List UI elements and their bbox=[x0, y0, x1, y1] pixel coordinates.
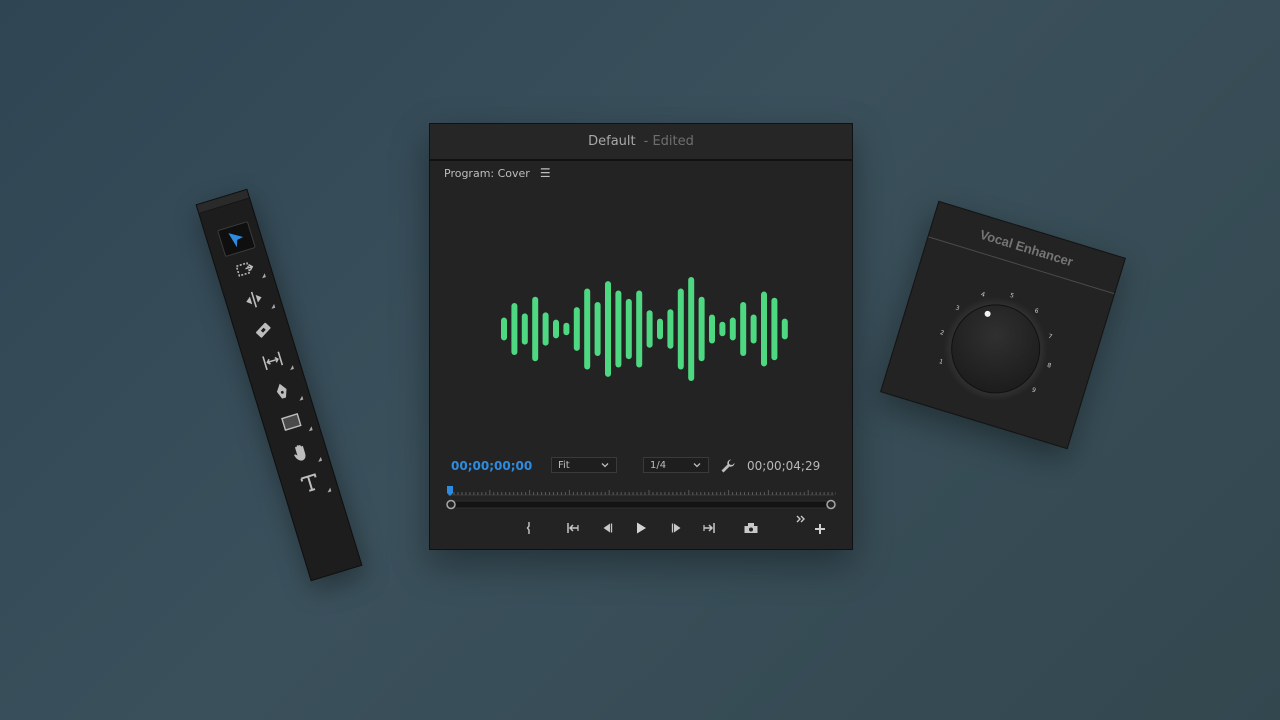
ripple-edit-icon bbox=[246, 291, 262, 308]
waveform-bar bbox=[605, 281, 611, 377]
slip-tool[interactable] bbox=[255, 344, 294, 378]
audio-waveform bbox=[501, 277, 788, 381]
window-title-bar[interactable]: Default - Edited bbox=[430, 124, 852, 161]
zoom-scroll-bar bbox=[449, 500, 833, 509]
selection-tool[interactable] bbox=[217, 220, 256, 258]
waveform-bar bbox=[771, 297, 778, 361]
track-select-icon bbox=[235, 262, 254, 277]
track-select-tool[interactable] bbox=[226, 252, 266, 286]
knob-scale-label: 3 bbox=[954, 305, 960, 313]
step-forward-button[interactable] bbox=[668, 519, 686, 537]
arrow-cursor-icon bbox=[228, 233, 244, 248]
go-to-in-icon bbox=[567, 523, 579, 533]
zoom-level-value: Fit bbox=[558, 459, 570, 471]
button-editor-button[interactable] bbox=[811, 520, 829, 538]
waveform-bar bbox=[636, 290, 643, 368]
step-back-icon bbox=[603, 523, 613, 533]
panel-title[interactable]: Program: Cover bbox=[444, 167, 530, 180]
play-button[interactable] bbox=[632, 519, 650, 537]
waveform-bar bbox=[563, 322, 570, 336]
knob-scale-label: 4 bbox=[980, 291, 986, 299]
waveform-bar bbox=[698, 296, 705, 362]
playback-resolution-dropdown[interactable]: 1/4 bbox=[643, 457, 709, 473]
more-controls-button[interactable] bbox=[792, 511, 810, 529]
waveform-bar bbox=[584, 288, 591, 370]
go-to-in-button[interactable] bbox=[564, 519, 582, 537]
waveform-bar bbox=[688, 277, 695, 381]
marker-icon bbox=[526, 522, 530, 534]
pen-icon bbox=[276, 383, 287, 399]
waveform-bar bbox=[709, 314, 715, 344]
tools-panel-grip[interactable] bbox=[196, 189, 250, 214]
step-forward-icon bbox=[671, 523, 681, 533]
hand-icon bbox=[294, 445, 306, 461]
waveform-bar bbox=[553, 319, 559, 339]
go-to-out-button[interactable] bbox=[700, 519, 718, 537]
pen-tool[interactable] bbox=[264, 375, 304, 409]
timeline-ruler[interactable] bbox=[446, 486, 836, 510]
knob-scale-label: 2 bbox=[939, 329, 945, 337]
program-monitor-window: Default - Edited Program: Cover ☰ 00;00;… bbox=[429, 123, 853, 550]
waveform-bar bbox=[677, 288, 684, 370]
waveform-bar bbox=[719, 321, 726, 337]
waveform-bar bbox=[594, 301, 601, 357]
knob-scale-label: 5 bbox=[1009, 292, 1015, 300]
workspace-edited-status: - Edited bbox=[643, 134, 694, 149]
double-chevron-right-icon bbox=[796, 515, 805, 523]
camera-icon bbox=[744, 523, 758, 533]
export-frame-button[interactable] bbox=[742, 519, 760, 537]
waveform-bar bbox=[573, 307, 580, 351]
type-tool[interactable] bbox=[292, 466, 332, 500]
waveform-bar bbox=[657, 318, 663, 340]
play-icon bbox=[637, 522, 646, 534]
ripple-edit-tool[interactable] bbox=[236, 283, 276, 317]
waveform-bar bbox=[511, 303, 518, 355]
chevron-down-icon bbox=[693, 463, 701, 468]
knob-scale-label: 1 bbox=[938, 358, 944, 366]
current-timecode[interactable]: 00;00;00;00 bbox=[451, 459, 532, 473]
waveform-bar bbox=[646, 310, 653, 348]
hand-tool[interactable] bbox=[283, 436, 323, 470]
waveform-bar bbox=[625, 298, 632, 360]
slip-icon bbox=[262, 351, 284, 371]
plus-icon bbox=[815, 524, 825, 534]
step-back-button[interactable] bbox=[598, 519, 616, 537]
waveform-bar bbox=[542, 312, 549, 346]
knob-scale-label: 8 bbox=[1046, 362, 1052, 370]
chevron-down-icon bbox=[601, 463, 609, 468]
add-marker-button[interactable] bbox=[520, 519, 538, 537]
type-icon bbox=[300, 473, 317, 492]
duration-timecode: 00;00;04;29 bbox=[747, 459, 821, 473]
zoom-scroll-start-handle bbox=[446, 499, 456, 510]
waveform-bar bbox=[521, 313, 528, 345]
knob-scale-label: 9 bbox=[1031, 386, 1037, 394]
hamburger-menu-icon[interactable]: ☰ bbox=[540, 166, 551, 180]
waveform-bar bbox=[615, 290, 622, 368]
waveform-bar bbox=[667, 309, 674, 349]
resolution-value: 1/4 bbox=[650, 459, 667, 471]
waveform-bar bbox=[781, 318, 788, 340]
wrench-icon[interactable] bbox=[720, 458, 736, 474]
panel-header: Program: Cover ☰ bbox=[444, 166, 551, 180]
go-to-out-icon bbox=[703, 523, 715, 533]
waveform-bar bbox=[761, 291, 767, 367]
razor-icon bbox=[256, 322, 271, 338]
waveform-bar bbox=[750, 314, 757, 344]
vocal-enhancer-panel: Vocal Enhancer 123456789 bbox=[880, 200, 1126, 450]
transport-controls bbox=[430, 515, 852, 539]
razor-tool[interactable] bbox=[245, 313, 281, 347]
rectangle-icon bbox=[281, 413, 302, 431]
zoom-scroll-end-handle bbox=[826, 499, 836, 510]
tools-panel bbox=[195, 188, 363, 582]
monitor-controls-row: 00;00;00;00 Fit 1/4 00;00;04;29 bbox=[430, 457, 852, 477]
knob-scale-label: 7 bbox=[1047, 333, 1053, 341]
waveform-bar bbox=[740, 301, 747, 357]
zoom-level-dropdown[interactable]: Fit bbox=[551, 457, 617, 473]
waveform-bar bbox=[729, 317, 736, 341]
waveform-bar bbox=[501, 317, 507, 341]
knob-scale-label: 6 bbox=[1034, 307, 1040, 315]
rectangle-tool[interactable] bbox=[273, 405, 313, 439]
waveform-bar bbox=[532, 296, 539, 362]
workspace-title: Default bbox=[588, 134, 636, 149]
